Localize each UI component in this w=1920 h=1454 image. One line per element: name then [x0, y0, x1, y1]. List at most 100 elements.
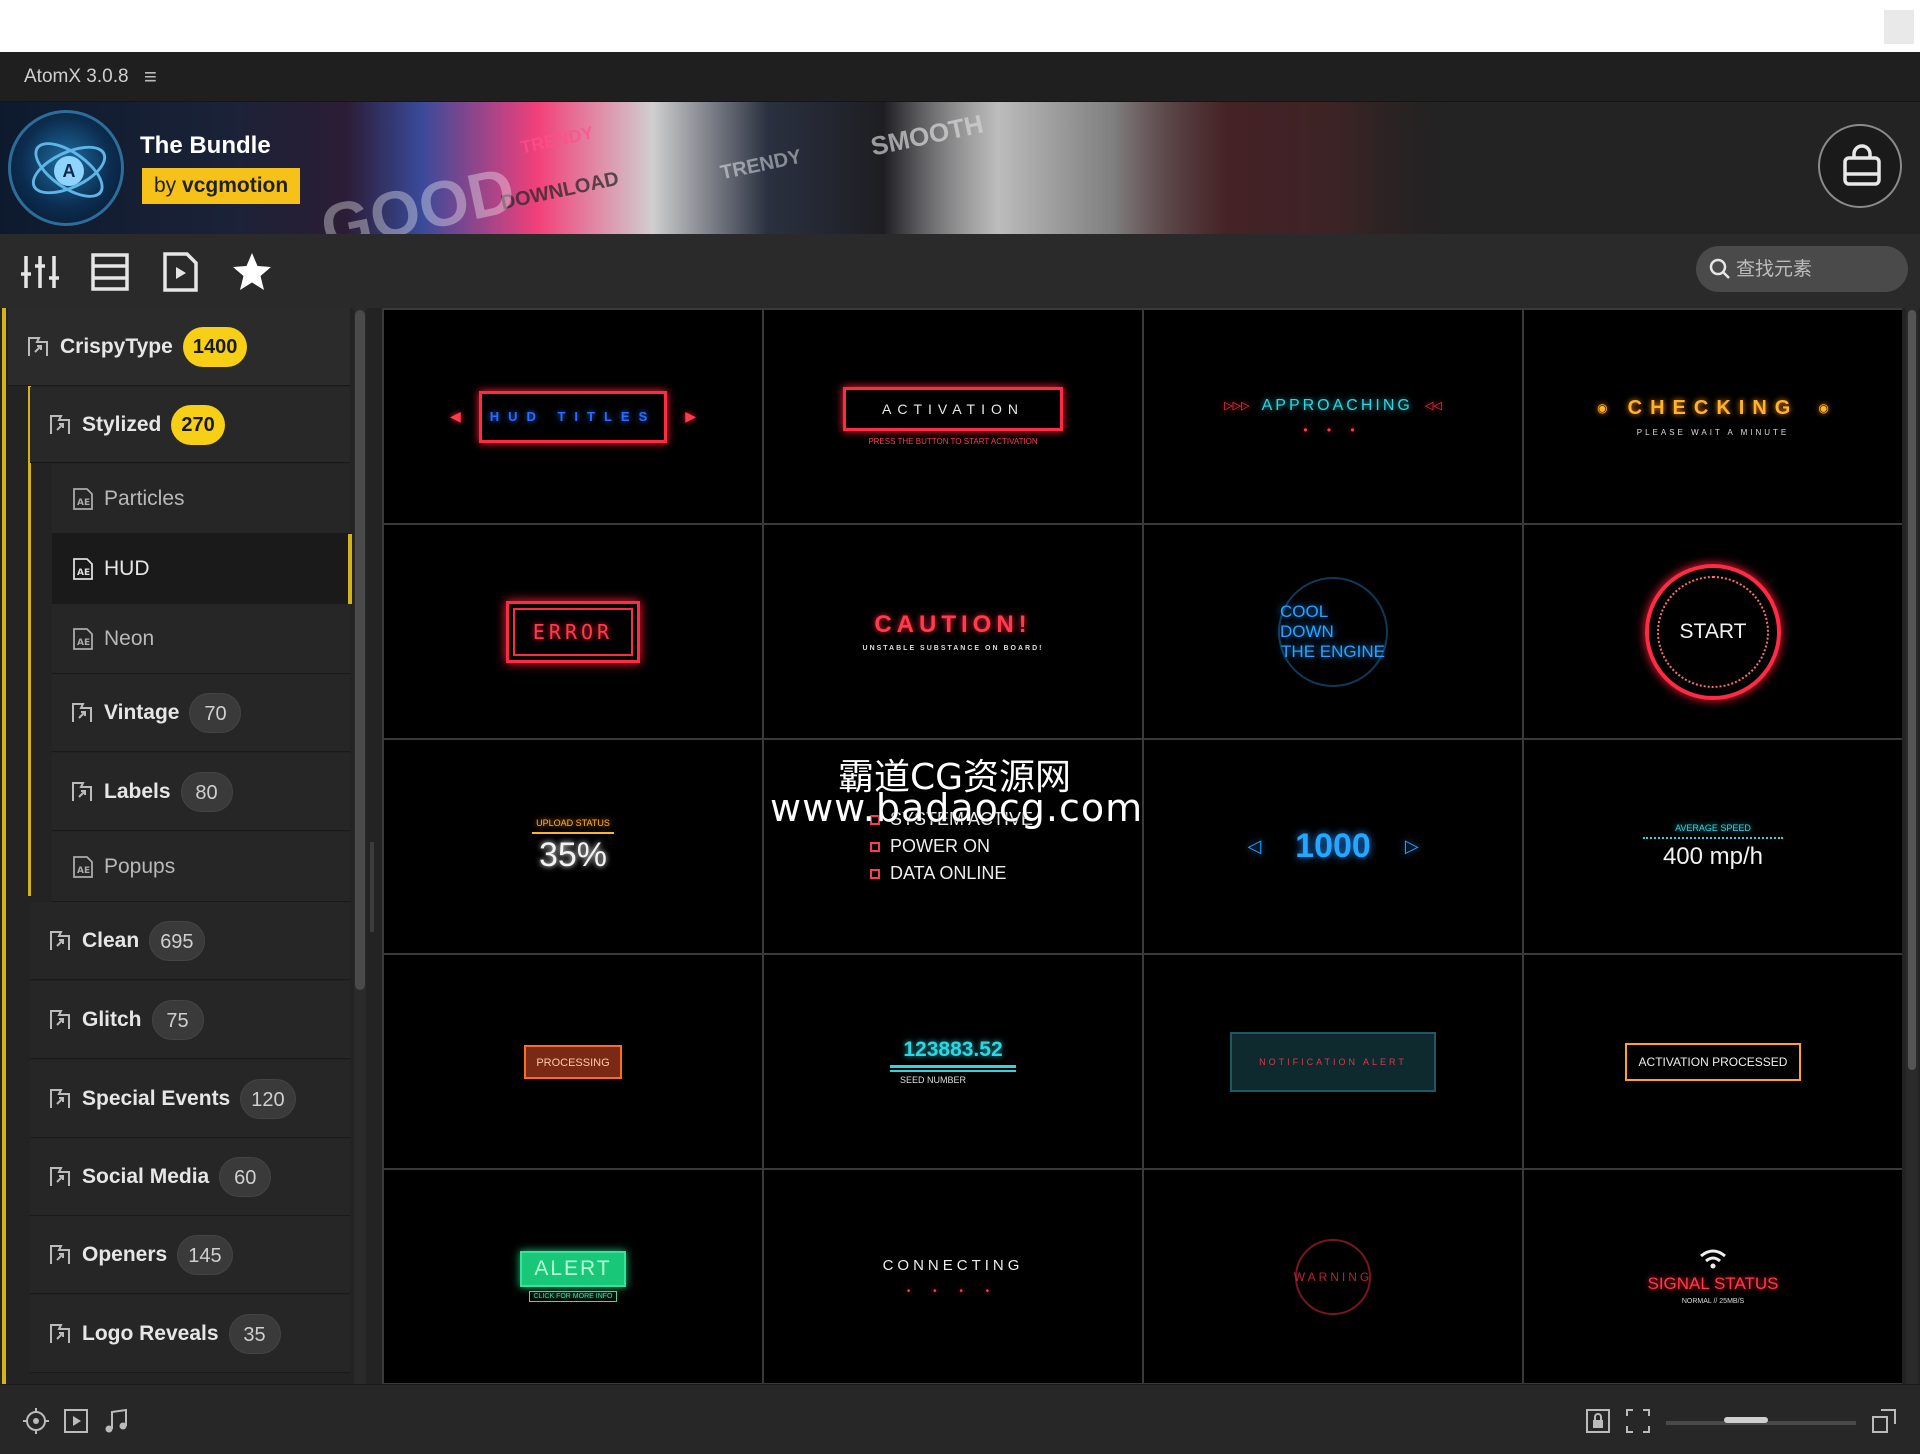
tree-item-openers[interactable]: Openers 145 [30, 1216, 350, 1294]
tree-item-label: Stylized [82, 412, 162, 436]
thumb-title: ACTIVATION [882, 401, 1024, 417]
list-icon[interactable] [88, 250, 132, 294]
tree-item-particles[interactable]: AE Particles [52, 464, 350, 534]
bundle-banner[interactable]: TRENDY DOWNLOAD SMOOTH GOOD TRENDY A The… [0, 102, 1920, 234]
preset-thumbnail[interactable]: PROCESSING [384, 955, 762, 1168]
app-title: AtomX 3.0.8 [24, 66, 129, 87]
svg-text:AE: AE [77, 568, 90, 578]
search-input[interactable] [1736, 254, 1896, 284]
thumb-title: PROCESSING [536, 1056, 610, 1069]
shop-bag-button[interactable] [1818, 124, 1902, 208]
search-box[interactable] [1696, 246, 1908, 292]
preset-thumbnail[interactable]: ◁ 1000 ▷ [1144, 740, 1522, 953]
preset-thumbnail[interactable]: UPLOAD STATUS 35% [384, 740, 762, 953]
tree-item-neon[interactable]: AE Neon [52, 604, 350, 674]
window-close-button[interactable] [1884, 10, 1914, 44]
author-name: vcgmotion [182, 174, 289, 197]
sidebar-scrollbar[interactable] [354, 308, 366, 1384]
folder-link-icon [50, 1009, 70, 1029]
ae-file-icon: AE [73, 627, 93, 650]
folder-link-icon [50, 1323, 70, 1343]
sliders-icon[interactable] [18, 250, 62, 294]
star-icon[interactable] [230, 250, 274, 294]
toolbar [0, 234, 1920, 308]
zoom-slider-handle[interactable] [1724, 1417, 1769, 1423]
preset-thumbnail[interactable]: START [1524, 525, 1902, 738]
tree-item-label: Logo Reveals [82, 1321, 219, 1345]
tree-item-label: Special Events [82, 1086, 231, 1110]
bundle-author-badge: by vcgmotion [142, 168, 301, 204]
tree-item-label: Openers [82, 1242, 168, 1266]
tree-item-logo-reveals[interactable]: Logo Reveals 35 [30, 1295, 350, 1373]
count-badge: 80 [180, 771, 233, 812]
tree-item-label: Labels [104, 779, 171, 803]
banner-deco-text: TRENDY [518, 122, 596, 158]
thumb-title: CAUTION! [874, 611, 1032, 638]
preset-thumbnail[interactable]: ◀ HUD TITLES ▶ [384, 310, 762, 523]
video-preview-icon[interactable] [62, 1407, 90, 1435]
count-badge: 1400 [182, 326, 248, 367]
preset-thumbnail[interactable]: ▷▷▷ APPROACHING ◁◁ • • • [1144, 310, 1522, 523]
thumb-subtitle: PRESS THE BUTTON TO START ACTIVATION [868, 437, 1038, 446]
thumb-label: UPLOAD STATUS [536, 818, 610, 828]
folder-link-icon [72, 781, 92, 801]
bundle-title: The Bundle [140, 132, 271, 159]
thumb-title: 123883.52 [903, 1038, 1003, 1061]
tree-item-crispytype[interactable]: CrispyType 1400 [8, 308, 350, 386]
tree-item-label: HUD [104, 556, 150, 580]
tree-item-hud[interactable]: AE HUD [52, 534, 352, 604]
panel-splitter[interactable] [370, 842, 374, 932]
tree-item-labels[interactable]: Labels 80 [52, 753, 350, 831]
preset-thumbnail[interactable]: ◉ CHECKING ◉ PLEASE WAIT A MINUTE [1524, 310, 1902, 523]
tree-item-clean[interactable]: Clean 695 [30, 902, 350, 980]
atomx-logo-icon: A [8, 110, 124, 226]
fit-grid-icon[interactable] [1624, 1407, 1652, 1435]
preset-grid: ◀ HUD TITLES ▶ ACTIVATION PRESS THE BUTT… [382, 308, 1902, 1384]
thumb-title: HUD TITLES [489, 408, 657, 424]
tree-item-glitch[interactable]: Glitch 75 [30, 981, 350, 1059]
preset-thumbnail[interactable]: ACTIVATION PRESS THE BUTTON TO START ACT… [764, 310, 1142, 523]
preset-thumbnail[interactable]: AVERAGE SPEED 400 mp/h [1524, 740, 1902, 953]
preset-thumbnail[interactable]: CONNECTING • • • • [764, 1170, 1142, 1383]
tree-item-popups[interactable]: AE Popups [52, 832, 350, 902]
preset-thumbnail[interactable]: SIGNAL STATUS NORMAL // 25MB/S [1524, 1170, 1902, 1383]
thumb-subtitle: SEED NUMBER [899, 1075, 966, 1085]
svg-text:AE: AE [77, 866, 90, 876]
thumb-title: ERROR [532, 619, 614, 644]
tree-item-label: Popups [104, 854, 176, 878]
thumb-subtitle: PLEASE WAIT A MINUTE [1636, 427, 1790, 437]
preset-thumbnail[interactable]: ALERT CLICK FOR MORE INFO [384, 1170, 762, 1383]
count-badge: 35 [228, 1313, 281, 1354]
tree-item-vintage[interactable]: Vintage 70 [52, 674, 350, 752]
preset-thumbnail[interactable]: CAUTION! UNSTABLE SUBSTANCE ON BOARD! [764, 525, 1142, 738]
expand-icon[interactable] [1870, 1407, 1898, 1435]
category-tree: CrispyType 1400 Stylized 270 AE Particle… [0, 308, 368, 1384]
target-settings-icon[interactable] [22, 1407, 50, 1435]
preset-thumbnail[interactable]: NOTIFICATION ALERT [1144, 955, 1522, 1168]
thumb-subtitle: UNSTABLE SUBSTANCE ON BOARD! [862, 645, 1044, 652]
preset-thumbnail[interactable]: WARNING [1144, 1170, 1522, 1383]
music-note-icon[interactable] [102, 1407, 130, 1435]
tree-item-special-events[interactable]: Special Events 120 [30, 1060, 350, 1138]
play-file-icon[interactable] [158, 250, 202, 294]
tree-item-social-media[interactable]: Social Media 60 [30, 1138, 350, 1216]
tree-item-label: Clean [82, 928, 140, 952]
preset-thumbnail[interactable]: ACTIVATION PROCESSED [1524, 955, 1902, 1168]
tree-item-label: Particles [104, 486, 185, 510]
thumb-title: NOTIFICATION ALERT [1259, 1056, 1407, 1067]
folder-link-icon [50, 1166, 70, 1186]
thumb-title: ACTIVATION PROCESSED [1638, 1054, 1788, 1069]
folder-link-icon [72, 702, 92, 722]
lock-icon[interactable] [1584, 1407, 1612, 1435]
preset-thumbnail[interactable]: COOL DOWN THE ENGINE [1144, 525, 1522, 738]
preset-thumbnail[interactable]: ERROR [384, 525, 762, 738]
count-badge: 695 [149, 920, 205, 961]
thumb-subtitle: NORMAL // 25MB/S [1681, 1298, 1745, 1305]
preset-thumbnail[interactable]: 123883.52 SEED NUMBER [764, 955, 1142, 1168]
folder-link-icon [50, 414, 70, 434]
tree-item-stylized[interactable]: Stylized 270 [30, 387, 350, 463]
search-icon [1709, 258, 1730, 279]
hamburger-menu-icon[interactable]: ≡ [144, 64, 157, 90]
tree-item-label: Vintage [104, 700, 180, 724]
grid-scrollbar[interactable] [1906, 308, 1918, 1384]
